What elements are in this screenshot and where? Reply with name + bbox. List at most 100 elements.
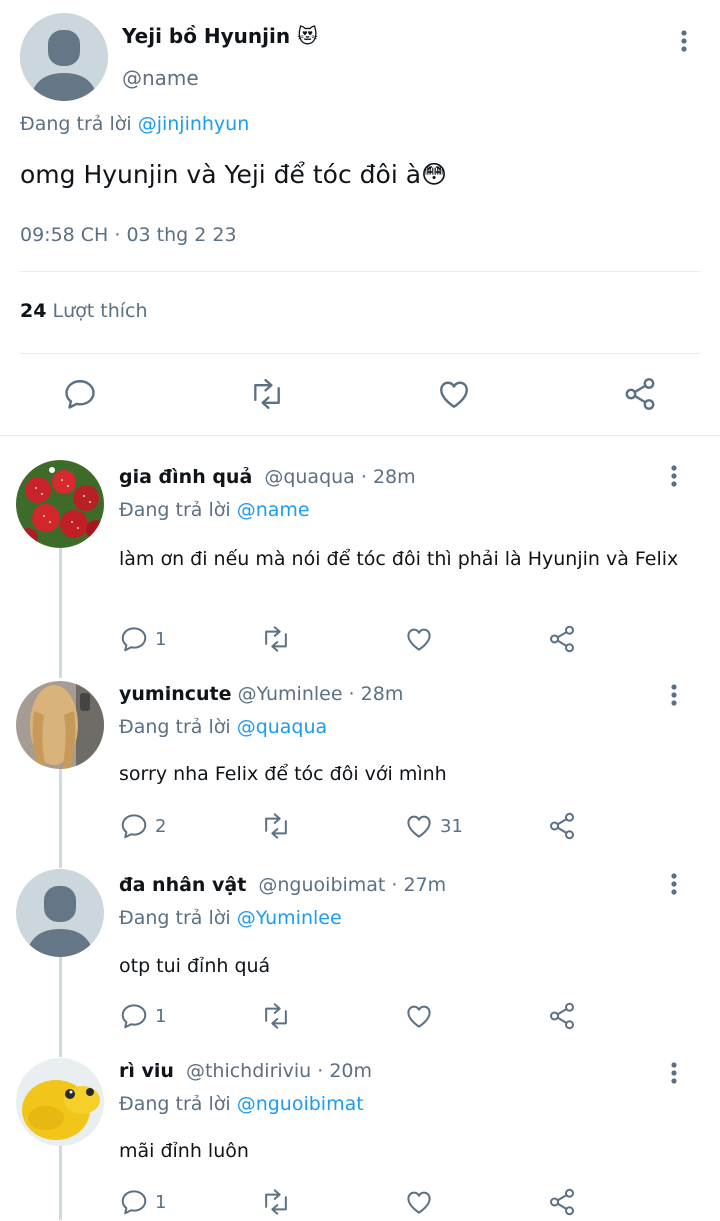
more-options-button[interactable] — [672, 29, 696, 57]
author-display-name[interactable]: Yeji bồ Hyunjin 😻 — [122, 24, 318, 48]
more-options-button[interactable] — [662, 872, 686, 900]
heart-icon — [407, 815, 431, 838]
main-avatar[interactable] — [20, 13, 108, 101]
more-options-button[interactable] — [662, 464, 686, 492]
share-button[interactable] — [547, 1187, 577, 1221]
thread-line — [59, 548, 62, 678]
like-button[interactable] — [404, 1187, 440, 1217]
share-button[interactable] — [622, 376, 658, 412]
likes-count: 24 — [20, 300, 47, 322]
retweet-icon — [265, 813, 287, 839]
reply-icon — [65, 380, 95, 409]
reply-avatar[interactable] — [16, 869, 104, 957]
replying-prefix: Đang trả lời — [20, 113, 132, 135]
retweet-button[interactable] — [260, 1001, 292, 1035]
reply-count: 1 — [155, 1191, 167, 1213]
replying-to-link[interactable]: @name — [237, 499, 310, 521]
more-options-button[interactable] — [662, 683, 686, 711]
replying-to-link[interactable]: @nguoibimat — [237, 1093, 364, 1115]
reply-text: làm ơn đi nếu mà nói để tóc đôi thì phải… — [119, 548, 679, 570]
replying-to-link[interactable]: @Yuminlee — [237, 907, 342, 929]
likes-label: Lượt thích — [52, 300, 148, 322]
yellow-creature-avatar-image — [16, 1058, 104, 1146]
reply-display-name[interactable]: gia đình quả — [119, 466, 252, 488]
reply-meta[interactable]: @Yuminlee · 28m — [238, 683, 404, 705]
reply-header: đa nhân vật @nguoibimat · 27m — [119, 874, 446, 896]
replying-to-line: Đang trả lời @name — [119, 499, 310, 521]
reply-avatar[interactable] — [16, 1058, 104, 1146]
reply-meta[interactable]: @thichdiriviu · 20m — [186, 1060, 372, 1082]
divider — [20, 271, 700, 272]
replying-to-line: Đang trả lời @nguoibimat — [119, 1093, 364, 1115]
share-icon — [625, 378, 655, 410]
retweet-icon — [265, 1189, 287, 1215]
retweet-icon — [265, 1003, 287, 1029]
reply-header: yumincute @Yuminlee · 28m — [119, 683, 403, 705]
like-button[interactable] — [436, 376, 472, 412]
reply-icon — [121, 627, 147, 652]
reply-button[interactable]: 1 — [119, 1001, 166, 1031]
reply-count: 1 — [155, 1005, 167, 1027]
reply-icon — [121, 1004, 147, 1029]
reply-button[interactable]: 1 — [119, 624, 166, 654]
reply-header: rì viu @thichdiriviu · 20m — [119, 1060, 372, 1082]
tweet-timestamp[interactable]: 09:58 CH · 03 thg 2 23 — [20, 224, 237, 246]
more-vertical-icon — [671, 465, 677, 487]
default-avatar-icon — [20, 13, 108, 101]
more-vertical-icon — [671, 684, 677, 706]
replying-prefix: Đang trả lời — [119, 716, 231, 738]
like-button[interactable] — [404, 624, 440, 654]
divider — [20, 353, 700, 354]
reply-text: sorry nha Felix để tóc đôi với mình — [119, 763, 447, 785]
share-button[interactable] — [547, 811, 577, 845]
share-button[interactable] — [547, 624, 577, 658]
share-button[interactable] — [547, 1001, 577, 1035]
replying-prefix: Đang trả lời — [119, 499, 231, 521]
share-icon — [550, 625, 574, 653]
blonde-person-avatar-image — [16, 681, 104, 769]
more-vertical-icon — [671, 873, 677, 895]
reply-display-name[interactable]: rì viu — [119, 1060, 174, 1082]
reply-button[interactable]: 2 — [119, 811, 166, 841]
heart-icon — [407, 1191, 431, 1214]
retweet-icon — [265, 626, 287, 652]
like-count: 31 — [440, 815, 463, 837]
retweet-icon — [254, 378, 280, 410]
reply-avatar[interactable] — [16, 681, 104, 769]
reply-avatar[interactable] — [16, 460, 104, 548]
reply-text: mãi đỉnh luôn — [119, 1140, 249, 1162]
reply-display-name[interactable]: đa nhân vật — [119, 874, 246, 896]
heart-icon — [407, 1005, 431, 1028]
reply-text: otp tui đỉnh quá — [119, 955, 271, 977]
retweet-button[interactable] — [248, 376, 286, 412]
replying-to-line: Đang trả lời @Yuminlee — [119, 907, 342, 929]
default-avatar-icon — [16, 869, 104, 957]
reply-meta[interactable]: @quaqua · 28m — [264, 466, 415, 488]
replying-to-link[interactable]: @quaqua — [237, 716, 328, 738]
retweet-button[interactable] — [260, 811, 292, 845]
tweet-text: omg Hyunjin và Yeji để tóc đôi à😳 — [20, 160, 448, 189]
retweet-button[interactable] — [260, 1187, 292, 1221]
reply-header: gia đình quả @quaqua · 28m — [119, 466, 416, 488]
reply-meta[interactable]: @nguoibimat · 27m — [258, 874, 446, 896]
more-options-button[interactable] — [662, 1061, 686, 1089]
heart-icon — [440, 381, 468, 408]
like-button[interactable] — [404, 1001, 440, 1031]
thread-line — [59, 1146, 62, 1220]
author-handle[interactable]: @name — [122, 66, 199, 90]
reply-button[interactable]: 1 — [119, 1187, 166, 1217]
replying-prefix: Đang trả lời — [119, 907, 231, 929]
strawberry-avatar-image — [16, 460, 104, 548]
thread-line — [59, 768, 62, 868]
retweet-button[interactable] — [260, 624, 292, 658]
like-button[interactable]: 31 — [404, 811, 463, 841]
reply-button[interactable] — [62, 376, 98, 412]
divider — [0, 435, 720, 436]
reply-count: 2 — [155, 815, 167, 837]
replying-to-link[interactable]: @jinjinhyun — [138, 113, 250, 135]
reply-count: 1 — [155, 628, 167, 650]
replying-prefix: Đang trả lời — [119, 1093, 231, 1115]
likes-summary[interactable]: 24 Lượt thích — [20, 300, 148, 322]
reply-display-name[interactable]: yumincute — [119, 683, 232, 705]
thread-line — [59, 957, 62, 1057]
